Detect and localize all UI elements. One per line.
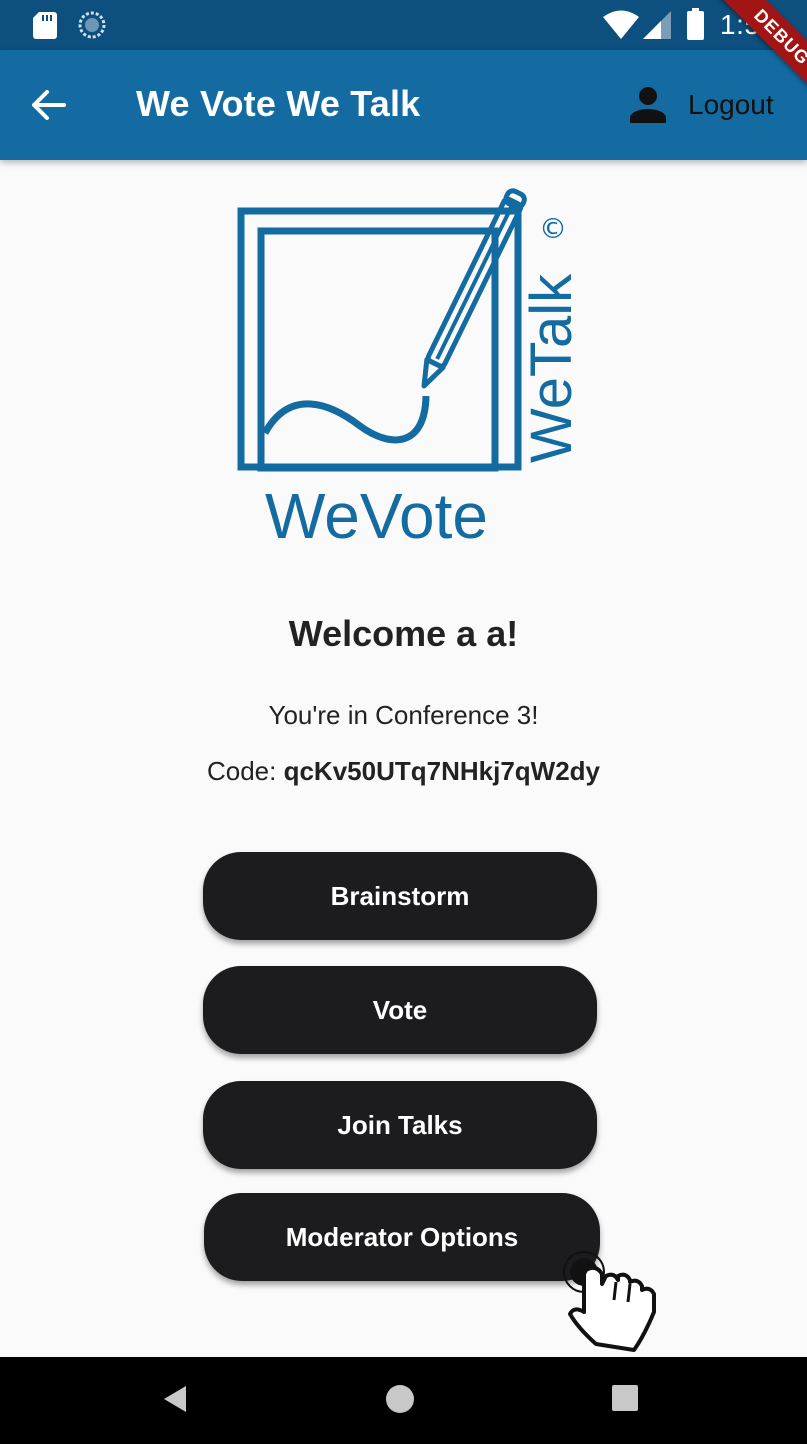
join-talks-button[interactable]: Join Talks	[203, 1081, 597, 1169]
person-icon	[630, 87, 666, 123]
code-value: qcKv50UTq7NHkj7qW2dy	[283, 756, 601, 786]
battery-icon	[687, 8, 704, 40]
status-bar: 1:52	[0, 0, 807, 50]
logout-label: Logout	[688, 89, 774, 120]
app-title: We Vote We Talk	[136, 83, 421, 124]
conference-code: Code: qcKv50UTq7NHkj7qW2dy	[0, 756, 807, 787]
code-label: Code:	[206, 756, 277, 786]
sd-card-icon	[33, 12, 57, 39]
brainstorm-button[interactable]: Brainstorm	[203, 852, 597, 940]
system-navigation-bar	[0, 1357, 807, 1444]
conference-text: You're in Conference 3!	[268, 700, 539, 730]
wifi-icon	[603, 10, 639, 39]
logo-wevote-text: WeVote	[265, 480, 488, 552]
nav-recents-icon[interactable]	[612, 1385, 638, 1411]
copyright-icon: ©	[539, 212, 567, 245]
vote-button[interactable]: Vote	[203, 966, 597, 1054]
moderator-options-button[interactable]: Moderator Options	[204, 1193, 600, 1281]
sync-icon	[78, 11, 106, 39]
logo-wetalk-text: WeTalk	[519, 273, 584, 463]
logout-button[interactable]: Logout	[624, 74, 774, 136]
app-bar: We Vote We Talk Logout	[0, 50, 807, 160]
arrow-back-icon	[32, 90, 66, 120]
wevote-wetalk-logo: WeVote WeTalk ©	[237, 188, 584, 552]
signal-icon	[643, 11, 671, 39]
welcome-heading: Welcome a a!	[288, 613, 519, 654]
back-button[interactable]	[24, 80, 74, 130]
app-screen: 1:52 We Vote We Talk Logout DEBUG	[0, 0, 807, 1444]
nav-back-icon[interactable]	[160, 1383, 192, 1415]
nav-home-icon[interactable]	[384, 1383, 416, 1415]
